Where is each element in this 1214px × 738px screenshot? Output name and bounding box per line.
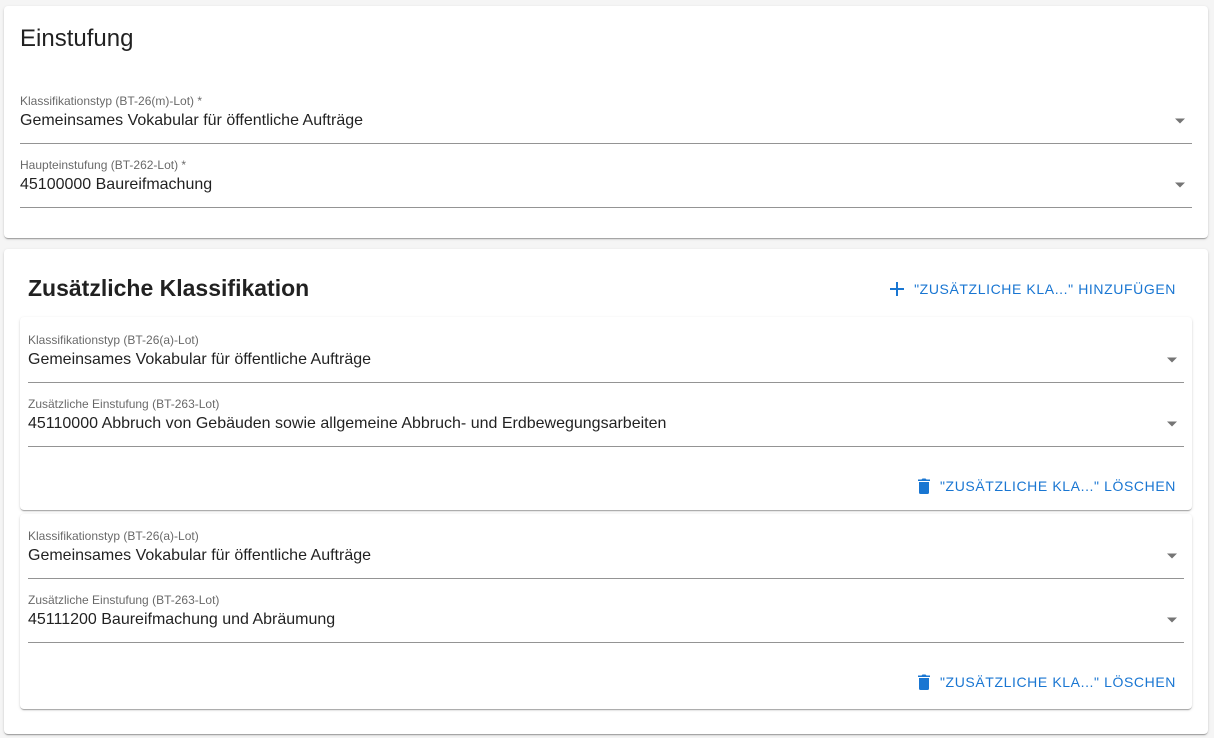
klassifikationstyp-a-value: Gemeinsames Vokabular für öffentliche Au…: [28, 351, 372, 368]
zusaetzliche-klassifikation-card: Zusätzliche Klassifikation "ZUSÄTZLICHE …: [4, 249, 1208, 734]
plus-icon: [890, 282, 905, 296]
arrow-drop-down-icon[interactable]: [1166, 356, 1178, 364]
classification-item: Klassifikationstyp (BT-26(a)-Lot) Gemein…: [20, 514, 1192, 709]
zusaetzliche-klassifikation-title: Zusätzliche Klassifikation: [28, 275, 310, 301]
haupteinstufung-label: Haupteinstufung (BT-262-Lot) *: [20, 158, 187, 172]
einstufung-card: Einstufung Klassifikationstyp (BT-26(m)-…: [4, 6, 1208, 238]
klassifikationstyp-a-value: Gemeinsames Vokabular für öffentliche Au…: [28, 547, 372, 564]
zusaetzliche-einstufung-select[interactable]: Zusätzliche Einstufung (BT-263-Lot) 4511…: [28, 593, 1184, 643]
add-classification-label: "ZUSÄTZLICHE KLA..." HINZUFÜGEN: [914, 281, 1176, 297]
arrow-drop-down-icon[interactable]: [1166, 420, 1178, 428]
haupteinstufung-value: 45100000 Baureifmachung: [20, 176, 213, 193]
zusaetzliche-einstufung-label: Zusätzliche Einstufung (BT-263-Lot): [28, 593, 220, 607]
add-classification-button[interactable]: "ZUSÄTZLICHE KLA..." HINZUFÜGEN: [890, 281, 1176, 297]
zusaetzliche-einstufung-value: 45111200 Baureifmachung und Abräumung: [28, 611, 336, 628]
klassifikationstyp-a-label: Klassifikationstyp (BT-26(a)-Lot): [28, 529, 199, 543]
trash-icon: [917, 674, 930, 690]
klassifikationstyp-a-select[interactable]: Klassifikationstyp (BT-26(a)-Lot) Gemein…: [28, 529, 1184, 579]
klassifikationstyp-select[interactable]: Klassifikationstyp (BT-26(m)-Lot) * Geme…: [20, 94, 1192, 144]
arrow-drop-down-icon[interactable]: [1174, 181, 1186, 189]
klassifikationstyp-label: Klassifikationstyp (BT-26(m)-Lot) *: [20, 94, 203, 108]
trash-icon: [917, 478, 930, 494]
zusaetzliche-einstufung-value: 45110000 Abbruch von Gebäuden sowie allg…: [28, 415, 667, 432]
arrow-drop-down-icon[interactable]: [1166, 552, 1178, 560]
zusaetzliche-einstufung-label: Zusätzliche Einstufung (BT-263-Lot): [28, 397, 220, 411]
delete-classification-label: "ZUSÄTZLICHE KLA..." LÖSCHEN: [939, 674, 1176, 690]
classification-item: Klassifikationstyp (BT-26(a)-Lot) Gemein…: [20, 317, 1192, 510]
arrow-drop-down-icon[interactable]: [1174, 117, 1186, 125]
klassifikationstyp-value: Gemeinsames Vokabular für öffentliche Au…: [20, 112, 364, 129]
einstufung-title: Einstufung: [20, 25, 134, 52]
zusaetzliche-einstufung-select[interactable]: Zusätzliche Einstufung (BT-263-Lot) 4511…: [28, 397, 1184, 447]
arrow-drop-down-icon[interactable]: [1166, 616, 1178, 624]
klassifikationstyp-a-select[interactable]: Klassifikationstyp (BT-26(a)-Lot) Gemein…: [28, 333, 1184, 383]
delete-classification-button[interactable]: "ZUSÄTZLICHE KLA..." LÖSCHEN: [917, 674, 1176, 690]
delete-classification-label: "ZUSÄTZLICHE KLA..." LÖSCHEN: [939, 478, 1176, 494]
delete-classification-button[interactable]: "ZUSÄTZLICHE KLA..." LÖSCHEN: [917, 478, 1176, 494]
haupteinstufung-select[interactable]: Haupteinstufung (BT-262-Lot) * 45100000 …: [20, 158, 1192, 208]
klassifikationstyp-a-label: Klassifikationstyp (BT-26(a)-Lot): [28, 333, 199, 347]
